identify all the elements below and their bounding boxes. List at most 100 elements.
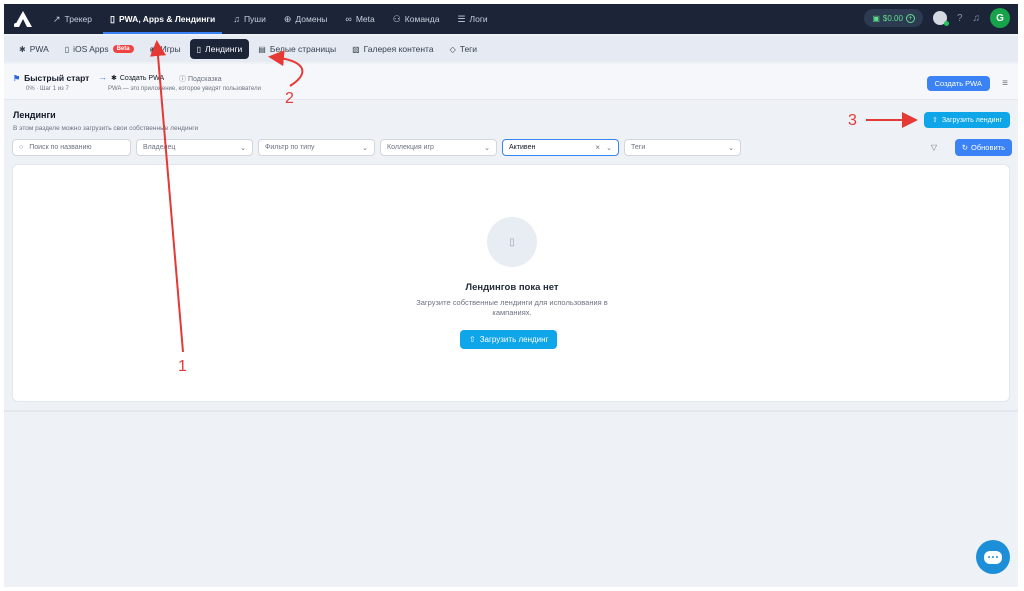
- hint-link[interactable]: ⓘ Подсказка: [179, 74, 222, 84]
- annotation-number-1: 1: [178, 358, 187, 375]
- globe-icon: ⊕: [283, 13, 292, 24]
- upload-icon: ⇧: [469, 335, 476, 344]
- empty-state-description: Загрузите собственные лендинги для испол…: [416, 298, 608, 317]
- android-icon: ✱: [111, 75, 117, 82]
- page-title: Лендинги: [13, 110, 56, 120]
- top-navigation: ↗ Трекер ▯ PWA, Apps & Лендинги ♫ Пуши ⊕…: [4, 4, 1018, 34]
- quick-start-title-text: Быстрый старт: [24, 73, 90, 83]
- nav-item-tracker[interactable]: ↗ Трекер: [44, 4, 101, 34]
- page-description: В этом разделе можно загрузить свои собс…: [13, 125, 199, 132]
- subnav-item-content-gallery[interactable]: ▧ Галерея контента: [345, 39, 441, 59]
- upload-icon: ⇧: [931, 117, 938, 124]
- wallet-balance[interactable]: ▣ $0.00 +: [864, 9, 923, 27]
- landings-panel: ▯ Лендингов пока нет Загрузите собственн…: [12, 164, 1010, 402]
- nav-item-label: PWA, Apps & Лендинги: [118, 14, 216, 24]
- add-funds-icon[interactable]: +: [905, 13, 915, 23]
- subnav-item-label: Белые страницы: [269, 44, 337, 54]
- nav-item-label: Пуши: [243, 14, 266, 24]
- beta-badge: Beta: [112, 45, 134, 53]
- owner-select-label: Владелец: [143, 144, 176, 151]
- phone-icon: ▯: [110, 13, 115, 24]
- subnav-item-label: iOS Apps: [73, 44, 109, 54]
- search-icon: ○: [19, 144, 24, 151]
- status-select[interactable]: Активен × ⌄: [502, 139, 619, 156]
- clear-icon[interactable]: ×: [595, 143, 600, 152]
- subnav-item-label: PWA: [29, 44, 49, 54]
- bell-icon: ♫: [233, 14, 240, 24]
- search-input[interactable]: ○ Поиск по названию: [12, 139, 131, 156]
- upload-landing-button[interactable]: ⇧ Загрузить лендинг: [923, 112, 1010, 128]
- nav-item-label: Команда: [404, 14, 440, 24]
- nav-item-push[interactable]: ♫ Пуши: [224, 4, 275, 34]
- refresh-button[interactable]: ↻ Обновить: [954, 139, 1012, 156]
- divider: [4, 410, 1018, 412]
- nav-item-label: Домены: [295, 14, 328, 24]
- annotation-number-2: 2: [285, 90, 294, 107]
- quick-start-title[interactable]: ⚑ Быстрый старт: [13, 73, 89, 83]
- quick-start-bar: ⚑ Быстрый старт 0% · Шаг 1 из 7 → ✱ Созд…: [4, 64, 1018, 100]
- type-filter-select[interactable]: Фильтр по типу ⌄: [258, 139, 375, 156]
- subnav-item-landings[interactable]: ▯ Лендинги: [189, 39, 250, 59]
- chevron-down-icon: ⌄: [606, 144, 612, 152]
- refresh-label: Обновить: [971, 143, 1005, 152]
- nav-item-meta[interactable]: ∞ Meta: [336, 4, 383, 34]
- search-placeholder: Поиск по названию: [29, 144, 92, 151]
- document-icon: ▯: [487, 217, 537, 267]
- subnav-item-white-pages[interactable]: ▤ Белые страницы: [251, 39, 343, 59]
- logo-icon[interactable]: [12, 9, 38, 29]
- wallet-icon: ▣: [872, 13, 880, 23]
- meta-icon: ∞: [345, 14, 352, 24]
- subnav-item-label: Лендинги: [205, 44, 243, 54]
- subnav-item-ios-apps[interactable]: ▯ iOS Apps Beta: [58, 39, 141, 59]
- tag-icon: ◇: [449, 44, 456, 54]
- subnav-item-label: Галерея контента: [363, 44, 434, 54]
- list-icon: ☰: [457, 13, 466, 24]
- app-window: ↗ Трекер ▯ PWA, Apps & Лендинги ♫ Пуши ⊕…: [4, 4, 1018, 587]
- chart-icon: ↗: [53, 13, 61, 24]
- menu-icon[interactable]: ≡: [1002, 78, 1008, 89]
- nav-item-pwa-apps-landings[interactable]: ▯ PWA, Apps & Лендинги: [101, 4, 224, 34]
- empty-state-title: Лендингов пока нет: [465, 282, 559, 293]
- upload-landing-label: Загрузить лендинг: [479, 335, 549, 344]
- balance-value: $0.00: [882, 13, 903, 23]
- gamepad-icon: ◉: [149, 44, 157, 54]
- nav-item-team[interactable]: ⚇ Команда: [384, 4, 449, 34]
- chevron-down-icon: ⌄: [728, 144, 734, 152]
- nav-item-label: Трекер: [64, 14, 92, 24]
- nav-item-logs[interactable]: ☰ Логи: [448, 4, 496, 34]
- chat-support-button[interactable]: [976, 540, 1010, 574]
- subnav-item-pwa[interactable]: ✱ PWA: [12, 39, 56, 59]
- nav-item-domains[interactable]: ⊕ Домены: [275, 4, 337, 34]
- subnav-item-games[interactable]: ◉ Игры: [143, 39, 188, 59]
- notification-bell-icon[interactable]: ♫: [973, 13, 981, 24]
- refresh-icon: ↻: [961, 143, 969, 152]
- game-collection-label: Коллекция игр: [387, 144, 434, 151]
- top-right-controls: ▣ $0.00 + ? ♫ G: [864, 8, 1010, 28]
- chevron-down-icon: ⌄: [362, 144, 368, 152]
- phone-icon: ▯: [196, 44, 202, 54]
- upload-landing-label: Загрузить лендинг: [941, 116, 1002, 124]
- page-icon: ▤: [258, 44, 266, 54]
- owner-select[interactable]: Владелец ⌄: [136, 139, 253, 156]
- filter-icon[interactable]: ▽: [926, 139, 942, 156]
- sub-navigation: ✱ PWA ▯ iOS Apps Beta ◉ Игры ▯ Лендинги …: [4, 36, 1018, 62]
- quick-start-description: PWA — это приложение, которое увидят пол…: [108, 86, 261, 92]
- chat-icon: [984, 550, 1002, 564]
- help-icon[interactable]: ?: [957, 13, 963, 24]
- team-icon: ⚇: [392, 13, 401, 24]
- quick-start-step-label: Создать PWA: [119, 74, 165, 82]
- status-select-value: Активен: [509, 144, 536, 151]
- quick-start-progress: 0% · Шаг 1 из 7: [26, 86, 69, 92]
- bot-icon[interactable]: [932, 11, 949, 26]
- quick-start-step[interactable]: ✱ Создать PWA: [111, 74, 165, 83]
- subnav-item-tags[interactable]: ◇ Теги: [443, 39, 484, 59]
- gallery-icon: ▧: [352, 44, 360, 54]
- avatar[interactable]: G: [990, 8, 1010, 28]
- tags-select[interactable]: Теги ⌄: [624, 139, 741, 156]
- flag-icon: ⚑: [13, 73, 21, 83]
- game-collection-select[interactable]: Коллекция игр ⌄: [380, 139, 497, 156]
- upload-landing-button-center[interactable]: ⇧ Загрузить лендинг: [460, 330, 558, 349]
- chevron-down-icon: ⌄: [484, 144, 490, 152]
- create-pwa-button[interactable]: Создать PWA: [926, 76, 990, 91]
- subnav-item-label: Теги: [459, 44, 478, 54]
